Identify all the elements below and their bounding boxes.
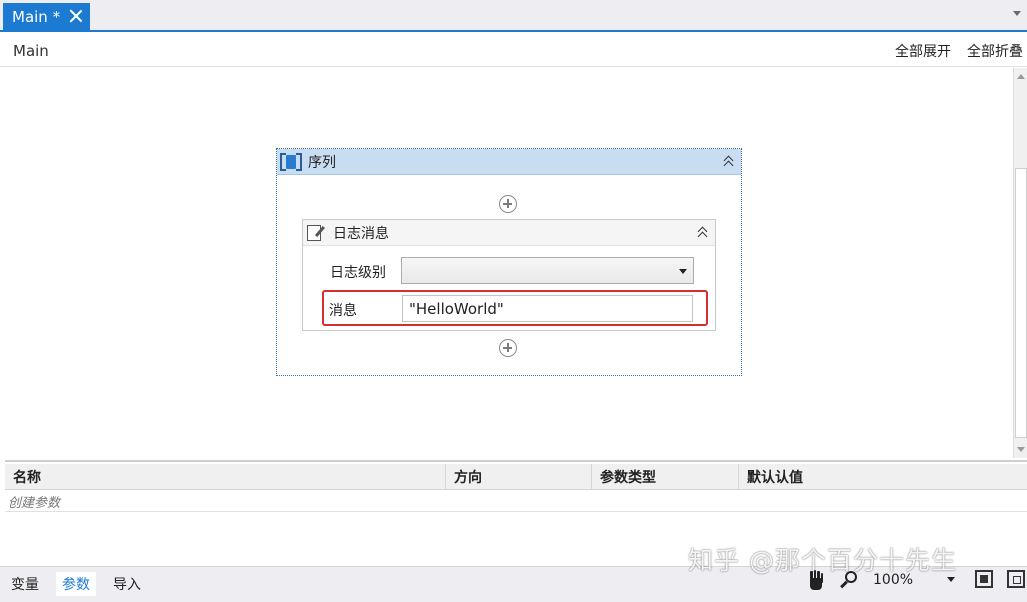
chevron-down-icon[interactable] — [1011, 7, 1023, 19]
designer-header: Main 全部展开 全部折叠 — [0, 34, 1027, 67]
sequence-title: 序列 — [308, 154, 336, 171]
log-message-header[interactable]: 日志消息 — [303, 220, 715, 246]
expand-all-button[interactable]: 全部展开 — [895, 41, 951, 61]
scrollbar-thumb[interactable] — [1015, 168, 1027, 438]
create-argument-row[interactable]: 创建参数 — [8, 492, 60, 511]
breadcrumb[interactable]: Main — [13, 42, 49, 60]
chevron-down-icon[interactable] — [679, 269, 687, 274]
sequence-header[interactable]: 序列 — [277, 149, 741, 175]
column-name[interactable]: 名称 — [5, 464, 446, 490]
chevron-down-icon[interactable] — [947, 577, 955, 582]
zoom-level[interactable]: 100% — [873, 572, 913, 588]
column-argument-type[interactable]: 参数类型 — [592, 464, 739, 490]
arguments-table-header: 名称 方向 参数类型 默认认值 — [5, 464, 1027, 490]
collapse-all-button[interactable]: 全部折叠 — [967, 41, 1023, 61]
log-level-label: 日志级别 — [330, 265, 386, 281]
collapse-log-message-icon[interactable] — [696, 225, 710, 239]
tab-arguments[interactable]: 参数 — [56, 572, 96, 596]
pan-hand-icon[interactable] — [806, 570, 826, 592]
message-label: 消息 — [329, 303, 357, 319]
tab-main[interactable]: Main * — [3, 3, 90, 30]
log-message-icon — [305, 223, 327, 243]
add-activity-icon[interactable] — [499, 195, 517, 213]
overview-icon[interactable] — [1007, 570, 1025, 588]
column-direction[interactable]: 方向 — [446, 464, 592, 490]
column-default-value[interactable]: 默认认值 — [739, 464, 1027, 490]
scroll-up-icon[interactable] — [1017, 74, 1025, 79]
tab-variables[interactable]: 变量 — [5, 572, 45, 596]
row-divider — [5, 511, 1027, 512]
canvas-vertical-scrollbar[interactable] — [1013, 68, 1027, 458]
zoom-icon[interactable] — [839, 570, 859, 590]
add-activity-icon[interactable] — [499, 339, 517, 357]
close-icon[interactable] — [69, 9, 83, 23]
arguments-panel: 名称 方向 参数类型 默认认值 创建参数 — [5, 460, 1027, 566]
scroll-down-icon[interactable] — [1017, 447, 1025, 452]
fit-to-screen-icon[interactable] — [975, 570, 993, 588]
collapse-sequence-icon[interactable] — [722, 154, 736, 168]
message-input[interactable] — [402, 295, 693, 322]
log-level-select[interactable] — [401, 257, 694, 284]
sequence-icon — [280, 152, 302, 172]
tab-imports[interactable]: 导入 — [107, 572, 147, 596]
log-message-title: 日志消息 — [333, 225, 389, 242]
tab-main-label: Main * — [12, 7, 61, 26]
document-tab-strip: Main * — [0, 0, 1027, 32]
